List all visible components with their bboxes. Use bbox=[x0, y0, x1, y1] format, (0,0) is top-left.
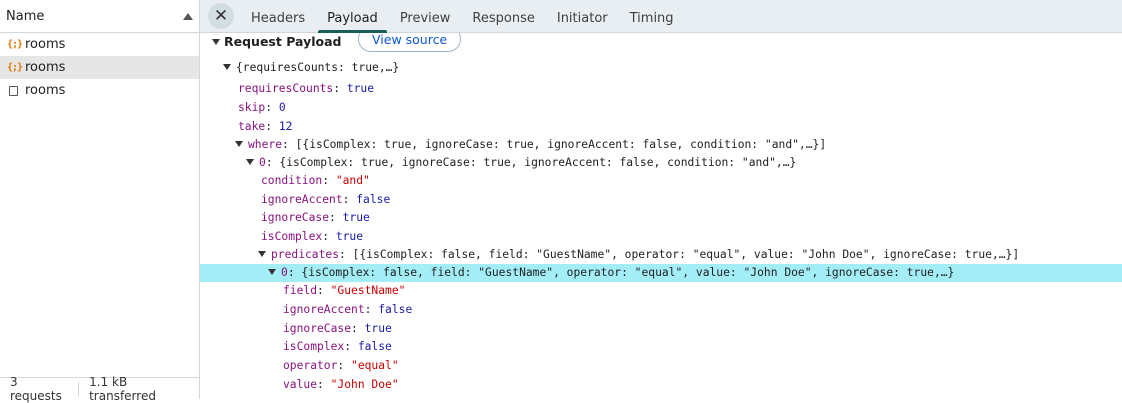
close-details-button[interactable]: ✕ bbox=[208, 3, 234, 29]
tree-node: ignoreCase: true bbox=[261, 211, 370, 224]
expand-arrow-icon[interactable] bbox=[258, 251, 266, 257]
property-value: "equal" bbox=[351, 359, 399, 372]
tree-node: condition: "and" bbox=[261, 174, 370, 187]
request-row-selected[interactable]: {;} rooms bbox=[0, 56, 199, 79]
tree-node: isComplex: false bbox=[283, 340, 392, 353]
tree-node: ignoreCase: true bbox=[283, 322, 392, 335]
request-name: rooms bbox=[25, 37, 66, 52]
property-value: false bbox=[356, 193, 391, 206]
property-key: 0 bbox=[259, 156, 266, 169]
property-key: take bbox=[238, 120, 266, 133]
name-column-header[interactable]: Name bbox=[0, 0, 199, 33]
property-value: "GuestName" bbox=[330, 284, 406, 297]
property-key: predicates bbox=[271, 248, 340, 261]
json-icon: {;} bbox=[7, 39, 23, 50]
request-row[interactable]: rooms bbox=[0, 79, 199, 102]
property-value: 12 bbox=[278, 120, 293, 133]
property-summary: [{isComplex: false, field: "GuestName", … bbox=[352, 248, 1020, 261]
property-summary: {isComplex: false, field: "GuestName", o… bbox=[301, 266, 955, 279]
close-icon: ✕ bbox=[213, 6, 229, 26]
property-key: ignoreCase bbox=[261, 211, 330, 224]
section-title: Request Payload bbox=[224, 34, 342, 49]
tree-node: operator: "equal" bbox=[283, 359, 399, 372]
details-tabbar: ✕ Headers Payload Preview Response Initi… bbox=[200, 0, 1122, 33]
property-value: true bbox=[364, 322, 392, 335]
request-payload-header[interactable]: Request Payload bbox=[212, 34, 341, 49]
property-key: field bbox=[283, 284, 318, 297]
property-key: value bbox=[283, 378, 318, 391]
collapse-triangle-icon bbox=[212, 38, 220, 45]
property-value: true bbox=[342, 211, 370, 224]
json-icon: {;} bbox=[7, 62, 23, 73]
property-key: ignoreAccent bbox=[261, 193, 343, 206]
request-name: rooms bbox=[25, 60, 66, 75]
tab-timing[interactable]: Timing bbox=[619, 11, 685, 32]
transferred-size: 1.1 kB transferred bbox=[89, 374, 156, 403]
property-value: true bbox=[335, 230, 364, 243]
tree-node: requiresCounts: true bbox=[238, 82, 375, 95]
network-status-bar: 3 requests 1.1 kB transferred bbox=[0, 375, 199, 403]
request-row[interactable]: {;} rooms bbox=[0, 33, 199, 56]
tree-node: isComplex: true bbox=[261, 230, 364, 243]
sort-ascending-icon[interactable] bbox=[183, 12, 193, 20]
tree-node: skip: 0 bbox=[238, 101, 286, 114]
property-key: skip bbox=[238, 101, 266, 114]
tab-response[interactable]: Response bbox=[461, 11, 545, 32]
tab-payload[interactable]: Payload bbox=[316, 11, 389, 33]
property-value: "John Doe" bbox=[330, 378, 399, 391]
tree-node: field: "GuestName" bbox=[283, 284, 406, 297]
tab-preview[interactable]: Preview bbox=[389, 11, 462, 32]
property-value: "and" bbox=[335, 174, 370, 187]
tab-headers[interactable]: Headers bbox=[240, 11, 316, 32]
property-value: true bbox=[346, 82, 375, 95]
expand-arrow-icon[interactable] bbox=[246, 159, 254, 165]
property-value: false bbox=[357, 340, 392, 353]
request-details-panel: ✕ Headers Payload Preview Response Initi… bbox=[200, 0, 1122, 399]
view-source-button[interactable]: View source bbox=[358, 33, 462, 52]
property-key: isComplex bbox=[283, 340, 345, 353]
tree-node: ignoreAccent: false bbox=[261, 193, 391, 206]
request-list-panel: Name {;} rooms {;} rooms rooms 3 request… bbox=[0, 0, 200, 403]
tab-initiator[interactable]: Initiator bbox=[546, 11, 619, 32]
property-key: where bbox=[248, 138, 283, 151]
property-key: requiresCounts bbox=[238, 82, 334, 95]
expand-arrow-icon[interactable] bbox=[223, 64, 231, 70]
expand-arrow-icon[interactable] bbox=[268, 269, 276, 275]
name-column-label: Name bbox=[6, 8, 45, 24]
property-value: false bbox=[378, 303, 413, 316]
property-key: condition bbox=[261, 174, 323, 187]
root-summary: {requiresCounts: true,…} bbox=[236, 61, 400, 74]
property-key: operator bbox=[283, 359, 338, 372]
property-key: isComplex bbox=[261, 230, 323, 243]
property-value: 0 bbox=[278, 101, 286, 114]
tree-root[interactable]: {requiresCounts: true,…} bbox=[200, 59, 1122, 77]
tree-node: value: "John Doe" bbox=[283, 378, 399, 391]
expand-arrow-icon[interactable] bbox=[235, 141, 243, 147]
payload-view: Request Payload View source {requiresCou… bbox=[200, 33, 1122, 399]
request-count: 3 requests bbox=[10, 374, 62, 403]
tree-node-highlighted[interactable]: 0: {isComplex: false, field: "GuestName"… bbox=[200, 264, 1122, 282]
tree-node: ignoreAccent: false bbox=[283, 303, 413, 316]
tree-node[interactable]: 0: {isComplex: true, ignoreCase: true, i… bbox=[200, 154, 1122, 172]
tree-node[interactable]: where: [{isComplex: true, ignoreCase: tr… bbox=[200, 136, 1122, 154]
property-summary: {isComplex: true, ignoreCase: true, igno… bbox=[279, 156, 797, 169]
property-key: 0 bbox=[281, 266, 288, 279]
document-icon bbox=[9, 85, 18, 96]
tree-node[interactable]: predicates: [{isComplex: false, field: "… bbox=[200, 246, 1122, 264]
property-key: ignoreCase bbox=[283, 322, 352, 335]
property-summary: [{isComplex: true, ignoreCase: true, ign… bbox=[295, 138, 827, 151]
property-key: ignoreAccent bbox=[283, 303, 365, 316]
request-name: rooms bbox=[25, 83, 66, 98]
tree-node: take: 12 bbox=[238, 120, 293, 133]
